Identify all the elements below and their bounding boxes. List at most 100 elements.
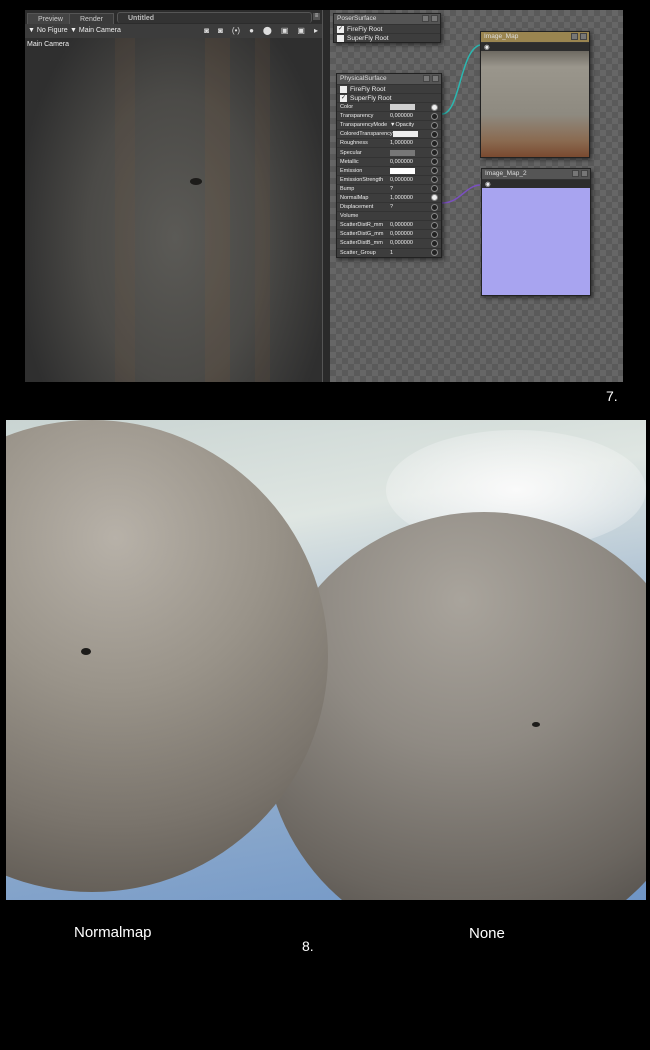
input-port-icon[interactable] bbox=[431, 221, 438, 229]
input-port-icon[interactable] bbox=[431, 194, 438, 202]
input-port-icon[interactable] bbox=[431, 203, 438, 211]
color-swatch[interactable] bbox=[390, 149, 415, 156]
superfly-root-row[interactable]: SuperFly Root bbox=[334, 33, 440, 42]
parameter-row[interactable]: Metallic 0,000000 bbox=[337, 156, 441, 166]
parameter-row[interactable]: Transparency 0,000000 bbox=[337, 111, 441, 120]
input-port-icon[interactable] bbox=[431, 112, 438, 120]
minimize-icon[interactable] bbox=[572, 170, 579, 177]
input-port-icon[interactable] bbox=[431, 149, 438, 157]
panel-menu-icon[interactable]: ≡ bbox=[313, 13, 320, 20]
checkbox[interactable] bbox=[337, 34, 344, 42]
firefly-root-row[interactable]: FireFly Root bbox=[337, 84, 441, 93]
preview-icon[interactable] bbox=[580, 33, 587, 40]
input-port-icon[interactable] bbox=[431, 121, 438, 129]
image-map-node[interactable]: Image_Map ◉ bbox=[480, 31, 590, 158]
camera-icon[interactable]: ◙ bbox=[204, 26, 209, 35]
parameter-value[interactable]: 0,000000 bbox=[390, 222, 428, 228]
tab-untitled[interactable]: Untitled bbox=[117, 12, 312, 23]
concrete-texture-thumbnail bbox=[481, 51, 589, 157]
input-port-icon[interactable] bbox=[431, 185, 438, 193]
parameter-value[interactable]: 1 bbox=[390, 250, 428, 256]
viewport-tabs: Preview Render Untitled ≡ bbox=[25, 10, 322, 24]
physical-surface-node[interactable]: PhysicalSurface FireFly Root ✓ SuperFly R… bbox=[336, 73, 442, 258]
parameter-value[interactable] bbox=[392, 131, 429, 138]
parameter-value[interactable]: 0,000000 bbox=[390, 240, 428, 246]
parameter-row[interactable]: Specular bbox=[337, 147, 441, 157]
parameter-value[interactable]: 1,000000 bbox=[390, 140, 428, 146]
parameter-label: Transparency bbox=[340, 113, 374, 120]
parameter-row[interactable]: NormalMap 1,000000 bbox=[337, 192, 441, 202]
parameter-value[interactable]: ? bbox=[390, 204, 428, 210]
parameter-label: ColoredTransparency bbox=[340, 131, 393, 138]
viewport-toolbar: ▼ No Figure ▼ Main Camera ◙ ◙ (•) ● ⬤ ▣ … bbox=[25, 24, 322, 38]
parameter-row[interactable]: ColoredTransparency bbox=[337, 129, 441, 138]
input-port-icon[interactable] bbox=[431, 212, 438, 220]
parameter-value[interactable]: 0,000000 bbox=[390, 177, 428, 183]
color-swatch[interactable] bbox=[390, 167, 415, 174]
minimize-icon[interactable] bbox=[422, 15, 429, 22]
panel-splitter[interactable] bbox=[322, 10, 330, 382]
parameter-row[interactable]: ScatterDistR_mm 0,000000 bbox=[337, 220, 441, 229]
input-port-icon[interactable] bbox=[431, 230, 438, 238]
movie-settings-icon[interactable]: ▣ bbox=[297, 26, 305, 35]
figure-dropdown[interactable]: ▼ No Figure bbox=[28, 27, 68, 34]
checkbox-checked[interactable]: ✓ bbox=[340, 94, 347, 102]
output-port[interactable]: ◉ bbox=[482, 179, 590, 188]
preview-icon[interactable] bbox=[581, 170, 588, 177]
chevron-right-icon[interactable]: ▸ bbox=[314, 26, 318, 35]
parameter-value[interactable]: ? bbox=[390, 186, 428, 192]
checkbox-checked[interactable]: ✓ bbox=[337, 25, 344, 33]
parameter-row[interactable]: Color bbox=[337, 102, 441, 111]
parameter-value[interactable]: 0,000000 bbox=[390, 231, 428, 237]
parameter-value[interactable]: 1,000000 bbox=[390, 195, 428, 201]
parameter-label: ScatterDistG_mm bbox=[340, 231, 384, 238]
input-port-icon[interactable] bbox=[431, 139, 438, 147]
camera-area-icon[interactable]: ◙ bbox=[218, 26, 223, 35]
superfly-root-row[interactable]: ✓ SuperFly Root bbox=[337, 93, 441, 102]
preview-icon[interactable] bbox=[431, 15, 438, 22]
tab-render[interactable]: Render bbox=[69, 13, 114, 24]
input-port-icon[interactable] bbox=[431, 249, 438, 257]
render-icon[interactable]: ⬤ bbox=[263, 26, 272, 35]
parameter-row[interactable]: Emission bbox=[337, 165, 441, 175]
input-port-icon[interactable] bbox=[431, 239, 438, 247]
parameter-value[interactable]: 0,000000 bbox=[390, 159, 428, 165]
output-port[interactable]: ◉ bbox=[481, 42, 589, 51]
sphere-hole bbox=[190, 178, 202, 185]
input-port-icon[interactable] bbox=[431, 167, 438, 175]
input-port-icon[interactable] bbox=[431, 176, 438, 184]
parameter-row[interactable]: ScatterDistG_mm 0,000000 bbox=[337, 229, 441, 238]
firefly-root-row[interactable]: ✓ FireFly Root bbox=[334, 24, 440, 33]
parameter-row[interactable]: Roughness 1,000000 bbox=[337, 138, 441, 147]
preview-icon[interactable] bbox=[432, 75, 439, 82]
tab-preview[interactable]: Preview bbox=[27, 13, 74, 24]
color-swatch[interactable] bbox=[392, 131, 418, 138]
area-render-icon[interactable]: (•) bbox=[232, 26, 240, 35]
parameter-label: TransparencyMode bbox=[340, 122, 388, 129]
minimize-icon[interactable] bbox=[571, 33, 578, 40]
sphere-icon[interactable]: ● bbox=[249, 26, 254, 35]
parameter-row[interactable]: EmissionStrength 0,000000 bbox=[337, 174, 441, 184]
normal-map-thumbnail bbox=[482, 188, 590, 295]
input-port-icon[interactable] bbox=[431, 158, 438, 166]
parameter-value[interactable] bbox=[390, 149, 428, 156]
parameter-row[interactable]: Volume bbox=[337, 211, 441, 220]
parameter-row[interactable]: Bump? bbox=[337, 183, 441, 193]
parameter-value[interactable]: 0,000000 bbox=[390, 113, 428, 119]
movie-icon[interactable]: ▣ bbox=[281, 26, 289, 35]
input-port-icon[interactable] bbox=[431, 130, 438, 138]
parameter-row[interactable]: TransparencyMode ▼Opacity bbox=[337, 120, 441, 129]
camera-dropdown[interactable]: ▼ Main Camera bbox=[70, 27, 121, 34]
poser-surface-node[interactable]: PoserSurface ✓ FireFly Root SuperFly Root bbox=[333, 13, 441, 43]
input-port-icon[interactable] bbox=[431, 103, 438, 111]
minimize-icon[interactable] bbox=[423, 75, 430, 82]
parameter-row[interactable]: ScatterDistB_mm 0,000000 bbox=[337, 238, 441, 247]
checkbox[interactable] bbox=[340, 85, 347, 93]
parameter-value[interactable] bbox=[390, 104, 428, 111]
parameter-value[interactable]: ▼Opacity bbox=[390, 122, 428, 128]
image-map-2-node[interactable]: Image_Map_2 ◉ bbox=[481, 168, 591, 296]
color-swatch[interactable] bbox=[390, 104, 415, 111]
parameter-row[interactable]: Displacement? bbox=[337, 202, 441, 211]
parameter-value[interactable] bbox=[390, 167, 428, 174]
parameter-row[interactable]: Scatter_Group 1 bbox=[337, 247, 441, 257]
